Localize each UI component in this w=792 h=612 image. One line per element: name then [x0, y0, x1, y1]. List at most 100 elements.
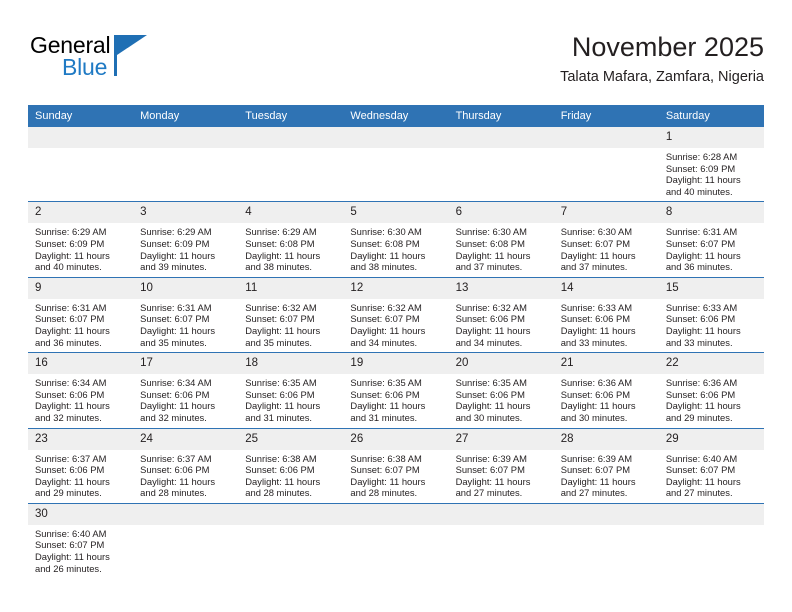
calendar-day-cell[interactable]: 4 Sunrise: 6:29 AM Sunset: 6:08 PM Daylight… [238, 201, 344, 278]
sunrise-text: Sunrise: 6:31 AM [35, 301, 107, 313]
general-blue-logo[interactable]: General Blue [28, 32, 258, 92]
calendar-day-cell[interactable]: 5 Sunrise: 6:30 AM Sunset: 6:08 PM Daylight… [343, 201, 449, 278]
calendar-day-cell[interactable]: 16 Sunrise: 6:34 AM Sunset: 6:06 PM Dayligh… [28, 352, 134, 429]
calendar-day-cell-inner: 13 Sunrise: 6:32 AM Sunset: 6:06 PM Dayligh… [448, 277, 554, 352]
sunrise-text: Sunrise: 6:29 AM [140, 226, 212, 238]
calendar-day-cell[interactable]: 27 Sunrise: 6:39 AM Sunset: 6:07 PM Dayligh… [448, 428, 554, 504]
sunrise-text: Sunrise: 6:36 AM [665, 377, 738, 389]
sunrise-text: Sunrise: 6:31 AM [665, 226, 738, 238]
calendar-day-cell-inner: 9 Sunrise: 6:31 AM Sunset: 6:07 PM Daylight… [28, 277, 134, 352]
daylight-text-line2: and 35 minutes. [140, 336, 207, 348]
calendar-day-cell-empty [133, 127, 239, 203]
sunset-text: Sunset: 6:09 PM [140, 237, 210, 249]
daylight-text-line1: Daylight: 11 hours [455, 249, 531, 261]
calendar-day-number [238, 503, 344, 525]
daylight-text-line2: and 27 minutes. [455, 487, 523, 499]
calendar-header-row-group: Sunday Monday Tuesday Wednesday Thursday… [28, 105, 764, 127]
calendar-day-number [553, 503, 659, 525]
calendar-day-cell[interactable]: 8 Sunrise: 6:31 AM Sunset: 6:07 PM Daylight… [658, 201, 764, 278]
calendar-day-details: Sunrise: 6:29 AM Sunset: 6:09 PM Daylight:… [133, 223, 238, 276]
sunset-text: Sunset: 6:06 PM [665, 313, 736, 325]
calendar-day-cell-inner [238, 127, 344, 187]
sunset-text: Sunset: 6:07 PM [560, 464, 631, 476]
calendar-day-cell[interactable]: 24 Sunrise: 6:37 AM Sunset: 6:06 PM Dayligh… [133, 428, 239, 504]
calendar-day-cell-empty [343, 503, 449, 578]
calendar-day-details: Sunrise: 6:32 AM Sunset: 6:06 PM Daylight:… [449, 299, 554, 352]
calendar-day-number [133, 127, 239, 148]
calendar-day-cell-inner [133, 503, 239, 564]
daylight-text-line1: Daylight: 11 hours [245, 475, 321, 487]
calendar-day-details: Sunrise: 6:31 AM Sunset: 6:07 PM Daylight:… [28, 299, 133, 352]
calendar-day-cell[interactable]: 25 Sunrise: 6:38 AM Sunset: 6:06 PM Dayligh… [238, 428, 344, 504]
calendar-day-number: 6 [448, 202, 554, 224]
sunset-text: Sunset: 6:06 PM [140, 388, 210, 400]
sunset-text: Sunset: 6:07 PM [665, 237, 736, 249]
calendar-day-cell[interactable]: 20 Sunrise: 6:35 AM Sunset: 6:06 PM Dayligh… [448, 352, 554, 429]
daylight-text-line2: and 39 minutes. [140, 261, 207, 273]
calendar-day-details: Sunrise: 6:29 AM Sunset: 6:08 PM Daylight:… [238, 223, 343, 276]
sunset-text: Sunset: 6:07 PM [350, 464, 420, 476]
sunset-text: Sunset: 6:07 PM [35, 313, 105, 325]
calendar-day-cell[interactable]: 2 Sunrise: 6:29 AM Sunset: 6:09 PM Daylight… [28, 201, 134, 278]
calendar-day-cell[interactable]: 26 Sunrise: 6:38 AM Sunset: 6:07 PM Dayligh… [343, 428, 449, 504]
sunrise-text: Sunrise: 6:38 AM [245, 452, 317, 464]
calendar-day-cell[interactable]: 10 Sunrise: 6:31 AM Sunset: 6:07 PM Dayligh… [133, 277, 239, 354]
calendar-day-cell-inner [448, 503, 554, 564]
calendar-day-cell[interactable]: 28 Sunrise: 6:39 AM Sunset: 6:07 PM Dayligh… [553, 428, 659, 504]
calendar-day-cell[interactable]: 21 Sunrise: 6:36 AM Sunset: 6:06 PM Dayligh… [553, 352, 659, 429]
calendar-day-number [553, 127, 659, 148]
daylight-text-line1: Daylight: 11 hours [455, 400, 531, 412]
calendar-day-number: 18 [238, 353, 344, 375]
calendar-body: 1 Sunrise: 6:28 AM Sunset: 6:09 PM Daylight… [28, 127, 764, 578]
calendar-day-cell[interactable]: 3 Sunrise: 6:29 AM Sunset: 6:09 PM Daylight… [133, 201, 239, 278]
sunset-text: Sunset: 6:06 PM [35, 388, 105, 400]
calendar-day-details: Sunrise: 6:39 AM Sunset: 6:07 PM Daylight:… [554, 450, 659, 503]
calendar-day-details: Sunrise: 6:37 AM Sunset: 6:06 PM Daylight:… [28, 450, 133, 503]
calendar-day-cell-empty [658, 503, 764, 578]
calendar-day-number [238, 127, 344, 148]
calendar-day-cell[interactable]: 30 Sunrise: 6:40 AM Sunset: 6:07 PM Dayligh… [28, 503, 134, 578]
calendar-week-row: 2 Sunrise: 6:29 AM Sunset: 6:09 PM Daylight… [28, 201, 764, 278]
sunset-text: Sunset: 6:06 PM [560, 313, 631, 325]
calendar-day-cell[interactable]: 9 Sunrise: 6:31 AM Sunset: 6:07 PM Daylight… [28, 277, 134, 354]
calendar-day-number [448, 127, 554, 148]
calendar-day-cell[interactable]: 6 Sunrise: 6:30 AM Sunset: 6:08 PM Daylight… [448, 201, 554, 278]
calendar-day-cell[interactable]: 12 Sunrise: 6:32 AM Sunset: 6:07 PM Dayligh… [343, 277, 449, 354]
calendar-day-cell[interactable]: 29 Sunrise: 6:40 AM Sunset: 6:07 PM Dayligh… [658, 428, 764, 504]
calendar-day-cell-inner [28, 127, 134, 187]
calendar-day-cell[interactable]: 23 Sunrise: 6:37 AM Sunset: 6:06 PM Dayligh… [28, 428, 134, 504]
daylight-text-line1: Daylight: 11 hours [350, 249, 426, 261]
calendar-day-number: 20 [448, 353, 554, 375]
calendar-day-details: Sunrise: 6:34 AM Sunset: 6:06 PM Daylight:… [133, 374, 238, 427]
calendar-day-cell[interactable]: 11 Sunrise: 6:32 AM Sunset: 6:07 PM Dayligh… [238, 277, 344, 354]
calendar-day-cell[interactable]: 22 Sunrise: 6:36 AM Sunset: 6:06 PM Dayligh… [658, 352, 764, 429]
calendar-day-details: Sunrise: 6:30 AM Sunset: 6:08 PM Daylight:… [343, 223, 448, 276]
calendar-week-row: 16 Sunrise: 6:34 AM Sunset: 6:06 PM Dayligh… [28, 352, 764, 429]
calendar-day-cell[interactable]: 1 Sunrise: 6:28 AM Sunset: 6:09 PM Daylight… [658, 127, 764, 203]
calendar-day-cell-inner: 23 Sunrise: 6:37 AM Sunset: 6:06 PM Dayligh… [28, 428, 134, 503]
calendar-day-cell[interactable]: 18 Sunrise: 6:35 AM Sunset: 6:06 PM Dayligh… [238, 352, 344, 429]
sunrise-text: Sunrise: 6:37 AM [140, 452, 212, 464]
calendar-day-cell-inner: 12 Sunrise: 6:32 AM Sunset: 6:07 PM Dayligh… [343, 277, 449, 352]
sunrise-text: Sunrise: 6:29 AM [245, 226, 317, 238]
calendar-day-cell-inner [343, 503, 449, 564]
daylight-text-line1: Daylight: 11 hours [140, 400, 216, 412]
sunset-text: Sunset: 6:07 PM [665, 464, 736, 476]
sunset-text: Sunset: 6:07 PM [455, 464, 525, 476]
calendar-day-cell[interactable]: 13 Sunrise: 6:32 AM Sunset: 6:06 PM Dayligh… [448, 277, 554, 354]
calendar-day-cell[interactable]: 15 Sunrise: 6:33 AM Sunset: 6:06 PM Dayligh… [658, 277, 764, 354]
calendar-day-cell[interactable]: 17 Sunrise: 6:34 AM Sunset: 6:06 PM Dayligh… [133, 352, 239, 429]
calendar-day-number: 29 [658, 428, 764, 450]
sunset-text: Sunset: 6:06 PM [350, 388, 420, 400]
calendar-day-cell[interactable]: 19 Sunrise: 6:35 AM Sunset: 6:06 PM Dayligh… [343, 352, 449, 429]
sunrise-text: Sunrise: 6:29 AM [35, 226, 107, 238]
calendar-day-number: 16 [28, 353, 134, 375]
calendar-day-cell[interactable]: 14 Sunrise: 6:33 AM Sunset: 6:06 PM Dayligh… [553, 277, 659, 354]
sunrise-text: Sunrise: 6:35 AM [245, 377, 317, 389]
calendar-day-number: 7 [553, 202, 659, 224]
calendar-day-number: 28 [553, 428, 659, 450]
daylight-text-line1: Daylight: 11 hours [35, 324, 110, 336]
page-title: November 2025 [571, 32, 764, 62]
sunrise-text: Sunrise: 6:36 AM [560, 377, 633, 389]
calendar-day-cell[interactable]: 7 Sunrise: 6:30 AM Sunset: 6:07 PM Daylight… [553, 201, 659, 278]
